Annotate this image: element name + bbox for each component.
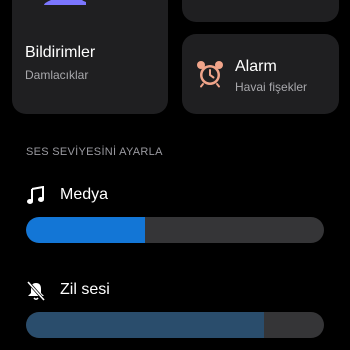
alarm-subtitle: Havai fişekler	[235, 80, 308, 94]
ringtone-volume-slider[interactable]	[26, 312, 324, 338]
bell-off-icon	[26, 281, 46, 301]
media-volume-slider[interactable]	[26, 217, 324, 243]
alarm-clock-icon	[197, 61, 223, 88]
ringtone-volume-label: Zil sesi	[60, 281, 110, 298]
alarm-title: Alarm	[235, 58, 277, 75]
bell-icon	[44, 0, 86, 5]
alarm-tile[interactable]: Alarm Havai fişekler	[182, 34, 339, 114]
top-right-tile[interactable]	[182, 0, 339, 22]
volume-section-header: SES SEVİYESİNİ AYARLA	[26, 146, 163, 158]
notifications-subtitle: Damlacıklar	[25, 68, 89, 82]
media-volume-label: Medya	[60, 186, 109, 203]
notifications-title: Bildirimler	[25, 44, 96, 61]
notifications-tile[interactable]: Bildirimler Damlacıklar	[12, 0, 168, 114]
music-note-icon	[27, 186, 44, 204]
ringtone-volume-fill	[26, 312, 265, 338]
media-volume-fill	[26, 217, 146, 243]
